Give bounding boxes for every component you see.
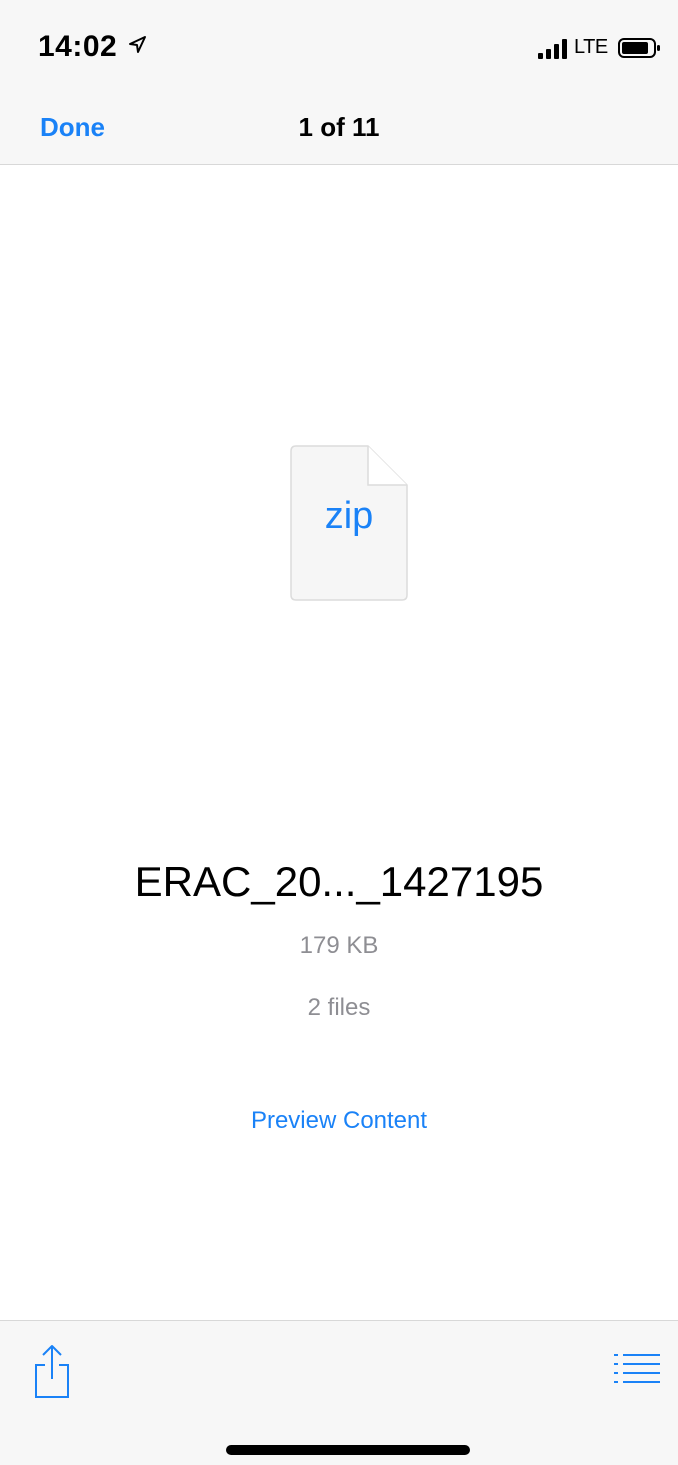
list-icon[interactable] <box>614 1351 660 1387</box>
preview-content-row: Preview Content <box>0 1107 678 1135</box>
preview-content-button[interactable]: Preview Content <box>251 1107 427 1134</box>
file-type-label: zip <box>324 495 374 537</box>
location-arrow-icon <box>129 36 146 53</box>
bottom-toolbar <box>0 1320 678 1465</box>
battery-icon <box>618 38 660 58</box>
file-count: 2 files <box>307 994 371 1021</box>
status-bar: 14:02 LTE <box>0 0 678 88</box>
network-type-label: LTE <box>574 36 608 58</box>
share-icon[interactable] <box>30 1343 74 1399</box>
file-preview-area <box>0 165 678 1320</box>
page-title: 1 of 11 <box>298 112 380 142</box>
file-size: 179 KB <box>299 932 379 959</box>
home-indicator[interactable] <box>226 1445 470 1455</box>
file-name: ERAC_20..._1427195 <box>134 858 544 905</box>
status-time: 14:02 <box>38 30 118 63</box>
navigation-bar: Done 1 of 11 <box>0 88 678 165</box>
signal-icon <box>538 39 567 59</box>
